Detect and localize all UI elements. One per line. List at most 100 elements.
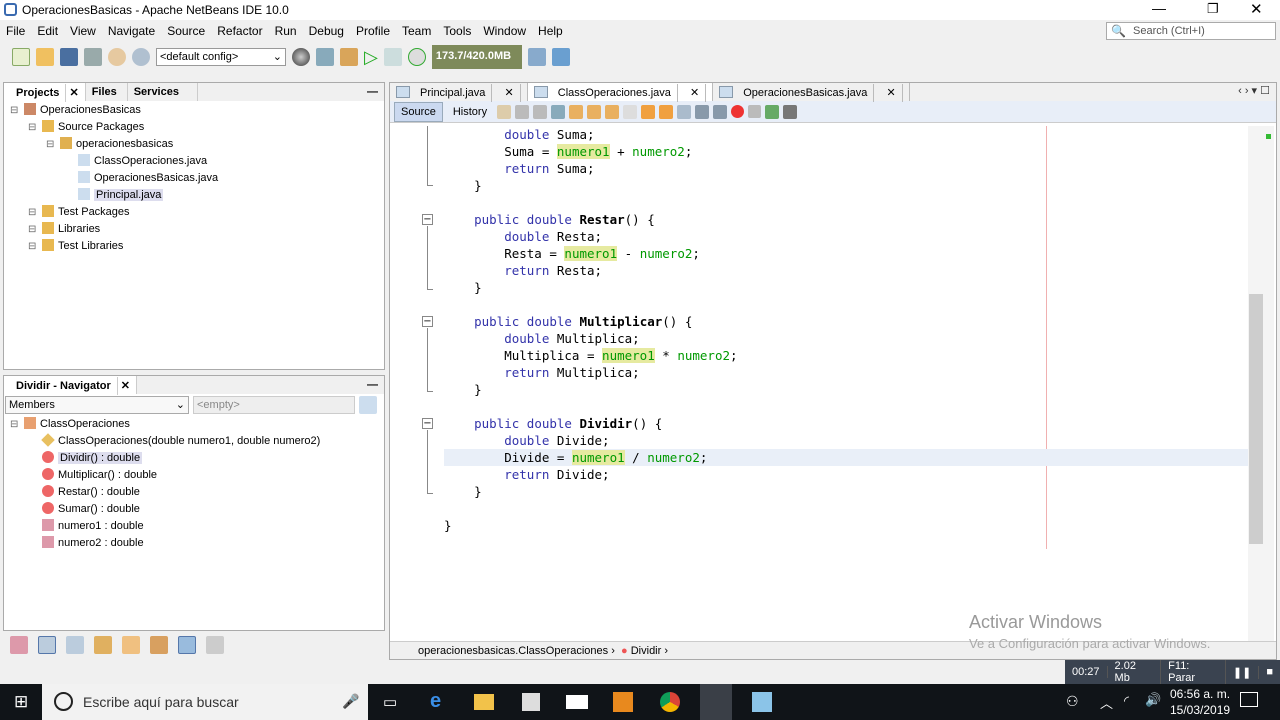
code-line[interactable]: } bbox=[444, 177, 1248, 194]
menu-refactor[interactable]: Refactor bbox=[211, 22, 268, 40]
tree-item[interactable]: ⊟ Libraries bbox=[4, 221, 384, 238]
uncomment-icon[interactable] bbox=[783, 104, 798, 119]
close-tab-icon[interactable]: ✕ bbox=[492, 84, 521, 102]
tab-projects[interactable]: Projects ✕ bbox=[4, 83, 86, 102]
file-explorer-icon[interactable] bbox=[474, 694, 494, 710]
code-area[interactable]: double Suma; Suma = numero1 + numero2; r… bbox=[390, 126, 1248, 641]
minimize-panel-button[interactable]: — bbox=[198, 83, 384, 101]
config-select[interactable]: <default config> ⌄ bbox=[156, 48, 286, 66]
stop-macro-icon[interactable] bbox=[748, 105, 762, 118]
menu-help[interactable]: Help bbox=[532, 22, 569, 40]
menu-file[interactable]: File bbox=[0, 22, 31, 40]
show-hidden-icons[interactable]: ︿ bbox=[1100, 693, 1113, 712]
tree-item[interactable]: ClassOperaciones.java bbox=[4, 153, 384, 170]
search-input[interactable]: 🔍 Search (Ctrl+I) bbox=[1106, 22, 1276, 40]
clock-date[interactable]: 15/03/2019 bbox=[1170, 703, 1230, 717]
save-all-icon[interactable] bbox=[84, 48, 102, 66]
code-line[interactable]: double Divide; bbox=[444, 432, 1248, 449]
tab-navigator[interactable]: Dividir - Navigator ✕ bbox=[4, 376, 138, 395]
find-previous-icon[interactable] bbox=[569, 104, 584, 119]
recorder-stop-button[interactable]: F11: Parar bbox=[1161, 660, 1226, 684]
debug-icon[interactable] bbox=[383, 48, 402, 66]
undo-icon[interactable] bbox=[108, 48, 126, 66]
code-line[interactable]: return Multiplica; bbox=[444, 364, 1248, 381]
edge-icon[interactable]: e bbox=[430, 690, 441, 713]
find-next-icon[interactable] bbox=[587, 104, 602, 119]
editor-tab[interactable]: Principal.java ✕ bbox=[390, 83, 528, 102]
fqn-icon[interactable] bbox=[150, 636, 168, 654]
minimize-button[interactable]: — bbox=[1152, 0, 1166, 16]
menu-run[interactable]: Run bbox=[269, 22, 303, 40]
code-line[interactable]: return Suma; bbox=[444, 160, 1248, 177]
close-tab-icon[interactable]: ✕ bbox=[677, 84, 707, 102]
code-line[interactable]: double Resta; bbox=[444, 228, 1248, 245]
sort-name-icon[interactable] bbox=[178, 636, 196, 654]
fold-toggle-icon[interactable]: − bbox=[422, 418, 433, 429]
expand-toggle-icon[interactable]: ⊟ bbox=[28, 119, 42, 136]
breadcrumb-method[interactable]: Dividir bbox=[631, 645, 662, 657]
tree-item[interactable]: ⊟ ClassOperaciones bbox=[4, 416, 384, 433]
inherited-icon[interactable] bbox=[122, 636, 140, 654]
taskbar-search[interactable]: Escribe aquí para buscar 🎤 bbox=[42, 684, 368, 720]
volume-icon[interactable]: 🔊 bbox=[1145, 692, 1161, 708]
menu-window[interactable]: Window bbox=[477, 22, 532, 40]
menu-navigate[interactable]: Navigate bbox=[102, 22, 161, 40]
code-line[interactable]: } bbox=[444, 517, 1248, 534]
netbeans-taskbar-icon[interactable] bbox=[700, 684, 732, 720]
memory-indicator[interactable]: 173.7/420.0MB bbox=[431, 45, 522, 69]
new-file-icon[interactable] bbox=[12, 48, 30, 66]
tree-item[interactable]: OperacionesBasicas.java bbox=[4, 170, 384, 187]
code-line[interactable]: double Suma; bbox=[444, 126, 1248, 143]
tree-item[interactable]: ⊟ Source Packages bbox=[4, 119, 384, 136]
code-line[interactable] bbox=[444, 398, 1248, 415]
menu-source[interactable]: Source bbox=[161, 22, 211, 40]
globe-icon[interactable] bbox=[292, 48, 310, 66]
forward-icon[interactable] bbox=[533, 104, 548, 119]
clock-time[interactable]: 06:56 a. m. bbox=[1170, 687, 1230, 701]
static-icon[interactable] bbox=[38, 636, 56, 654]
windows-start-icon[interactable]: ⊞ bbox=[14, 692, 28, 712]
tree-item[interactable]: Principal.java bbox=[4, 187, 384, 204]
toggle-bookmark-icon[interactable] bbox=[677, 104, 692, 119]
code-line[interactable]: Suma = numero1 + numero2; bbox=[444, 143, 1248, 160]
app-icon[interactable] bbox=[752, 692, 772, 712]
source-button[interactable]: Source bbox=[394, 101, 443, 122]
code-line[interactable]: Divide = numero1 / numero2; bbox=[444, 449, 1248, 466]
prev-bookmark-icon[interactable] bbox=[641, 104, 656, 119]
expand-toggle-icon[interactable]: ⊟ bbox=[10, 102, 24, 119]
find-icon[interactable] bbox=[551, 104, 566, 119]
navigator-options-icon[interactable] bbox=[359, 396, 377, 414]
profile-icon[interactable] bbox=[407, 48, 426, 66]
code-line[interactable]: return Divide; bbox=[444, 466, 1248, 483]
breadcrumb-class[interactable]: operacionesbasicas.ClassOperaciones bbox=[418, 645, 608, 657]
code-line[interactable]: public double Dividir() { bbox=[444, 415, 1248, 432]
editor-window-controls[interactable]: ‹ › ▾ ☐ bbox=[1238, 84, 1270, 97]
code-line[interactable] bbox=[444, 296, 1248, 313]
code-line[interactable]: } bbox=[444, 279, 1248, 296]
tree-item[interactable]: Restar() : double bbox=[4, 484, 384, 501]
tab-services[interactable]: Services bbox=[128, 83, 198, 101]
fold-toggle-icon[interactable]: − bbox=[422, 214, 433, 225]
notifications-icon[interactable] bbox=[1240, 692, 1258, 707]
expand-toggle-icon[interactable]: ⊟ bbox=[28, 204, 42, 221]
sublime-icon[interactable] bbox=[613, 692, 633, 712]
editor-tab[interactable]: OperacionesBasicas.java ✕ bbox=[713, 83, 910, 102]
close-button[interactable]: ✕ bbox=[1250, 0, 1263, 18]
run-icon[interactable]: ▷ bbox=[364, 47, 378, 68]
menu-team[interactable]: Team bbox=[396, 22, 437, 40]
members-filter-select[interactable]: Members ⌄ bbox=[5, 396, 189, 414]
recorder-stop-icon[interactable]: ■ bbox=[1259, 666, 1280, 678]
menu-view[interactable]: View bbox=[64, 22, 102, 40]
store-icon[interactable] bbox=[522, 693, 540, 711]
code-line[interactable] bbox=[444, 194, 1248, 211]
menu-edit[interactable]: Edit bbox=[31, 22, 64, 40]
code-line[interactable]: public double Restar() { bbox=[444, 211, 1248, 228]
open-project-icon[interactable] bbox=[60, 48, 78, 66]
code-line[interactable]: Resta = numero1 - numero2; bbox=[444, 245, 1248, 262]
people-icon[interactable]: ⚇ bbox=[1066, 693, 1079, 710]
microphone-icon[interactable]: 🎤 bbox=[342, 693, 359, 710]
tab-files[interactable]: Files bbox=[86, 83, 128, 101]
editor-tab[interactable]: ClassOperaciones.java ✕ bbox=[527, 83, 714, 102]
close-tab-icon[interactable]: ✕ bbox=[874, 84, 903, 102]
code-line[interactable]: } bbox=[444, 483, 1248, 500]
